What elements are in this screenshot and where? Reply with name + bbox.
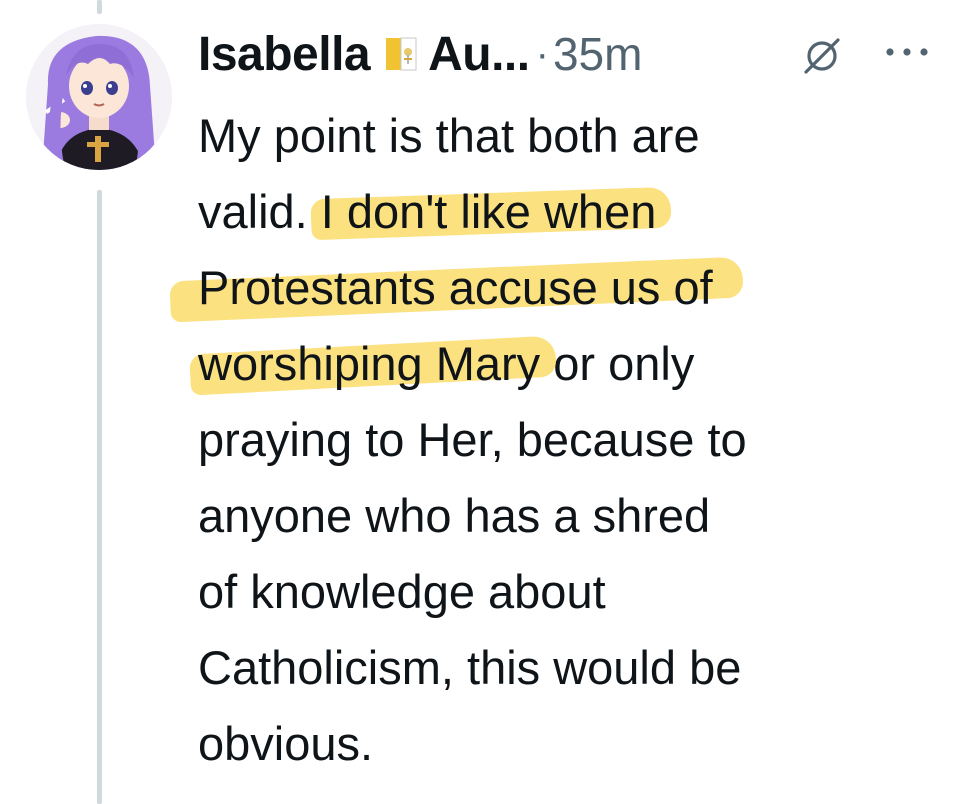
tweet-text-line: My point is that both are	[198, 98, 938, 174]
author-name-suffix[interactable]: Au...	[428, 27, 530, 82]
grok-icon[interactable]	[800, 34, 844, 78]
tweet-text-line: praying to Her, because to	[198, 402, 938, 478]
tweet-text-line: of knowledge about	[198, 554, 938, 630]
avatar-illustration	[26, 24, 172, 170]
thread-line-top	[97, 0, 102, 14]
text-segment: of knowledge about	[198, 565, 606, 618]
tweet-text-line: anyone who has a shred	[198, 478, 938, 554]
header-separator: ·	[535, 31, 549, 76]
text-segment: anyone who has a shred	[198, 489, 711, 542]
highlighted-text: I don't like when	[320, 185, 657, 238]
text-segment: or only	[540, 337, 695, 390]
tweet-text-line: obvious.	[198, 706, 938, 782]
text-segment: valid.	[198, 185, 321, 238]
avatar[interactable]	[26, 24, 172, 170]
tweet-text-line: Protestants accuse us of	[198, 250, 938, 326]
tweet-timestamp[interactable]: 35m	[553, 27, 642, 81]
tweet-text-line: worshiping Mary or only	[198, 326, 938, 402]
tweet-text-line: valid. I don't like when	[198, 174, 938, 250]
author-display-name[interactable]: Isabella	[198, 27, 371, 82]
more-icon[interactable]	[882, 44, 932, 60]
tweet-header: Isabella Au... · 35m	[198, 18, 642, 90]
highlighted-text: Protestants accuse us of	[198, 261, 713, 314]
thread-line-bottom	[97, 190, 102, 804]
tweet-text: My point is that both are valid. I don't…	[198, 98, 938, 782]
text-segment: praying to Her, because to	[198, 413, 747, 466]
tweet-text-line: Catholicism, this would be	[198, 630, 938, 706]
text-segment: My point is that both are	[198, 109, 700, 162]
highlighted-text: worshiping Mary	[198, 337, 541, 390]
vatican-flag-icon	[384, 34, 418, 74]
text-segment: Catholicism, this would be	[198, 641, 742, 694]
text-segment: obvious.	[198, 717, 374, 770]
